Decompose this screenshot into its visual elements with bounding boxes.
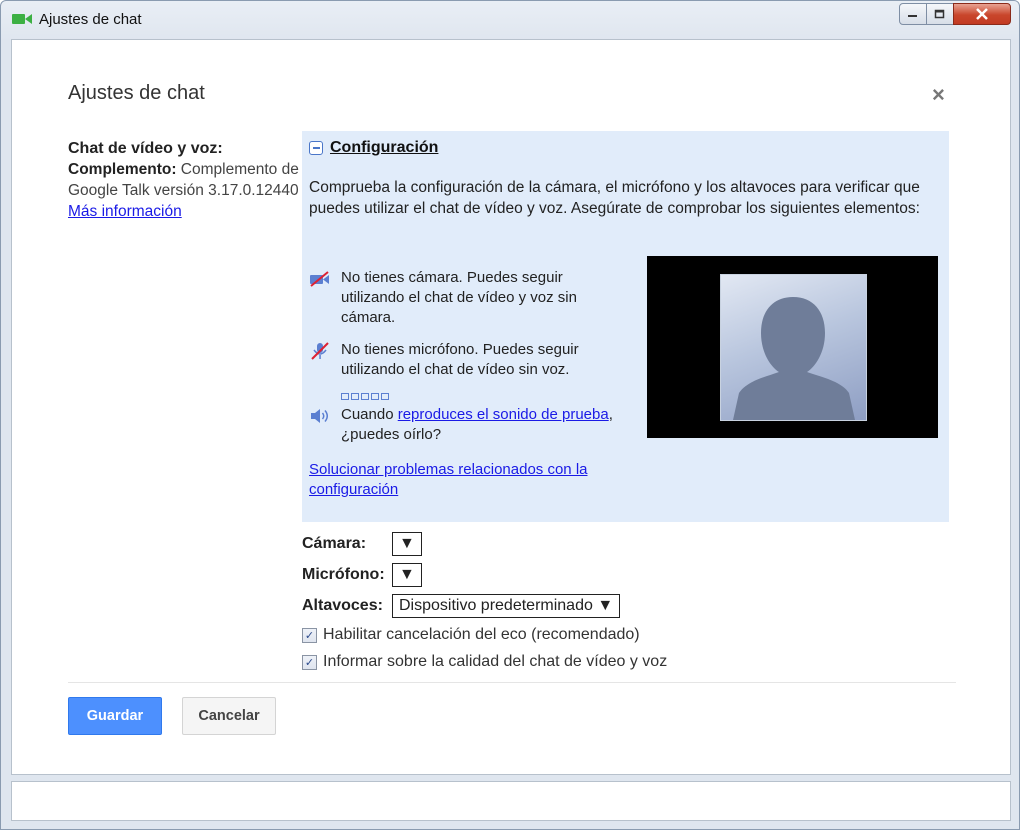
save-button[interactable]: Guardar xyxy=(68,697,162,735)
title-bar: Ajustes de chat xyxy=(1,1,1019,37)
dropdown-arrow-icon: ▼ xyxy=(399,566,415,583)
status-area xyxy=(11,781,1011,821)
app-window: Ajustes de chat Ajustes de chat × Chat d… xyxy=(0,0,1020,830)
speakers-row: Altavoces: Dispositivo predeterminado ▼ xyxy=(302,594,621,618)
window-title: Ajustes de chat xyxy=(39,11,142,28)
troubleshoot-link[interactable]: Solucionar problemas relacionados con la… xyxy=(309,461,588,498)
minimize-icon xyxy=(908,15,917,17)
level-segment xyxy=(381,393,389,400)
avatar-placeholder xyxy=(720,274,867,421)
plugin-description: Complemento: Complemento de Google Talk … xyxy=(68,159,304,222)
divider xyxy=(68,682,956,683)
no-camera-icon xyxy=(310,271,329,287)
camera-select[interactable]: ▼ xyxy=(392,532,422,556)
dialog-title: Ajustes de chat xyxy=(68,82,205,104)
close-icon xyxy=(976,8,988,20)
camera-row: Cámara: ▼ xyxy=(302,532,422,556)
more-info-link[interactable]: Más información xyxy=(68,203,182,220)
mic-status: No tienes micrófono. Puedes seguir utili… xyxy=(309,340,619,380)
configuration-panel: Configuración Comprueba la configuración… xyxy=(302,131,949,522)
speaker-icon xyxy=(311,409,328,423)
plugin-label: Complemento: xyxy=(68,161,177,178)
speaker-status-text: Cuando reproduces el sonido de prueba, ¿… xyxy=(341,405,619,445)
level-segment xyxy=(351,393,359,400)
speakers-select[interactable]: Dispositivo predeterminado ▼ xyxy=(392,594,621,618)
mic-status-text: No tienes micrófono. Puedes seguir utili… xyxy=(341,341,579,378)
dropdown-arrow-icon: ▼ xyxy=(597,597,614,614)
camera-status: No tienes cámara. Puedes seguir utilizan… xyxy=(309,268,619,328)
window-controls xyxy=(899,3,1011,25)
test-sound-link[interactable]: reproduces el sonido de prueba xyxy=(398,406,609,423)
level-segment xyxy=(361,393,369,400)
dialog: Ajustes de chat × Chat de vídeo y voz: C… xyxy=(11,39,1011,775)
maximize-icon xyxy=(934,9,945,19)
camera-label: Cámara: xyxy=(302,535,367,552)
configuration-toggle[interactable]: Configuración xyxy=(309,139,438,157)
dialog-close-icon[interactable]: × xyxy=(932,82,945,108)
quality-report-option: ✓ Informar sobre la calidad del chat de … xyxy=(302,653,667,671)
camera-status-text: No tienes cámara. Puedes seguir utilizan… xyxy=(341,269,577,326)
microphone-select[interactable]: ▼ xyxy=(392,563,422,587)
cancel-button[interactable]: Cancelar xyxy=(182,697,276,735)
dropdown-arrow-icon: ▼ xyxy=(399,535,415,552)
speaker-status: Cuando reproduces el sonido de prueba, ¿… xyxy=(309,405,619,445)
microphone-row: Micrófono: ▼ xyxy=(302,563,422,587)
maximize-button[interactable] xyxy=(926,3,954,25)
video-camera-icon xyxy=(12,14,32,24)
minimize-button[interactable] xyxy=(899,3,927,25)
echo-cancel-checkbox[interactable]: ✓ xyxy=(302,627,317,643)
configuration-title: Configuración xyxy=(330,139,439,156)
quality-report-label: Informar sobre la calidad del chat de ví… xyxy=(323,653,668,670)
no-microphone-icon xyxy=(311,342,329,360)
speakers-label: Altavoces: xyxy=(302,597,383,614)
audio-level-meter xyxy=(341,393,389,400)
collapse-icon xyxy=(309,141,323,155)
echo-cancel-label: Habilitar cancelación del eco (recomenda… xyxy=(323,626,640,643)
close-window-button[interactable] xyxy=(953,3,1011,25)
level-segment xyxy=(341,393,349,400)
speakers-value: Dispositivo predeterminado xyxy=(399,597,593,614)
person-silhouette-icon xyxy=(733,297,855,420)
speaker-prefix: Cuando xyxy=(341,406,398,423)
video-preview xyxy=(647,256,938,438)
microphone-label: Micrófono: xyxy=(302,566,385,583)
quality-report-checkbox[interactable]: ✓ xyxy=(302,654,317,670)
configuration-description: Comprueba la configuración de la cámara,… xyxy=(309,179,920,217)
plugin-info: Chat de vídeo y voz: Complemento: Comple… xyxy=(68,138,304,222)
echo-cancel-option: ✓ Habilitar cancelación del eco (recomen… xyxy=(302,626,640,644)
troubleshoot: Solucionar problemas relacionados con la… xyxy=(309,460,629,500)
section-heading: Chat de vídeo y voz: xyxy=(68,140,223,157)
level-segment xyxy=(371,393,379,400)
